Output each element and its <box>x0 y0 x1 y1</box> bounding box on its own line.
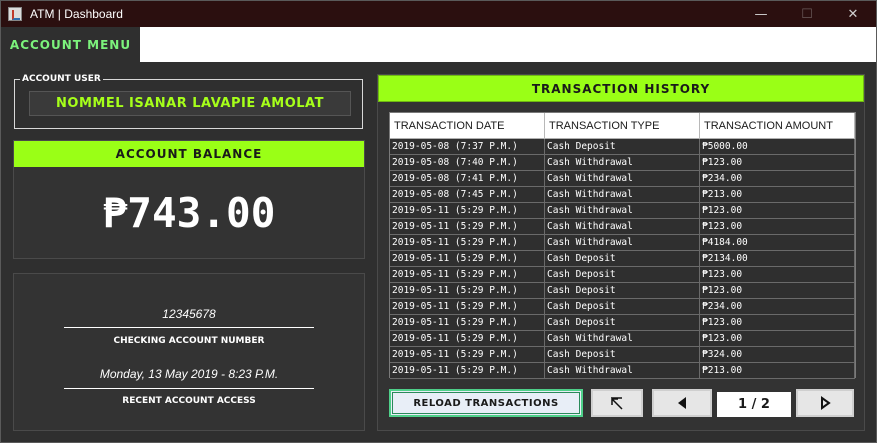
transaction-history-header: TRANSACTION HISTORY <box>378 75 864 102</box>
cell-amount: ₱2134.00 <box>700 251 855 266</box>
account-user-panel: ACCOUNT USER NOMMEL ISANAR LAVAPIE AMOLA… <box>14 74 363 129</box>
cell-type: Cash Deposit <box>545 315 700 330</box>
page-indicator: 1 / 2 <box>717 392 791 417</box>
cell-date: 2019-05-11 (5:29 P.M.) <box>390 235 545 250</box>
minimize-button[interactable]: — <box>738 1 784 27</box>
account-user-legend: ACCOUNT USER <box>20 74 103 85</box>
cell-type: Cash Deposit <box>545 139 700 154</box>
table-row[interactable]: 2019-05-11 (5:29 P.M.) Cash Withdrawal ₱12… <box>390 219 855 235</box>
cell-date: 2019-05-11 (5:29 P.M.) <box>390 347 545 362</box>
account-user-name: NOMMEL ISANAR LAVAPIE AMOLAT <box>29 91 351 116</box>
account-balance-amount: ₱743.00 <box>102 189 276 237</box>
first-page-icon <box>611 397 623 410</box>
table-row[interactable]: 2019-05-11 (5:29 P.M.) Cash Deposit ₱123.0… <box>390 315 855 331</box>
cell-date: 2019-05-08 (7:45 P.M.) <box>390 187 545 202</box>
column-header-type[interactable]: TRANSACTION TYPE <box>545 113 700 139</box>
table-row[interactable]: 2019-05-11 (5:29 P.M.) Cash Deposit ₱123.0… <box>390 267 855 283</box>
cell-type: Cash Deposit <box>545 251 700 266</box>
cell-amount: ₱123.00 <box>700 267 855 282</box>
menu-bar: ACCOUNT MENU <box>1 27 876 62</box>
cell-type: Cash Withdrawal <box>545 171 700 186</box>
transaction-table[interactable]: TRANSACTION DATE TRANSACTION TYPE TRANSA… <box>389 112 856 379</box>
table-row[interactable]: 2019-05-11 (5:29 P.M.) Cash Deposit ₱123.0… <box>390 283 855 299</box>
account-info-panel: 12345678 CHECKING ACCOUNT NUMBER Monday,… <box>13 273 365 431</box>
account-menu-tab[interactable]: ACCOUNT MENU <box>1 27 140 62</box>
prev-arrow-icon <box>678 397 686 409</box>
cell-date: 2019-05-08 (7:41 P.M.) <box>390 171 545 186</box>
table-header-row: TRANSACTION DATE TRANSACTION TYPE TRANSA… <box>390 113 855 139</box>
cell-amount: ₱123.00 <box>700 315 855 330</box>
cell-type: Cash Withdrawal <box>545 219 700 234</box>
next-arrow-icon <box>821 396 831 410</box>
table-row[interactable]: 2019-05-11 (5:29 P.M.) Cash Withdrawal ₱21… <box>390 363 855 379</box>
table-row[interactable]: 2019-05-11 (5:29 P.M.) Cash Withdrawal ₱41… <box>390 235 855 251</box>
cell-type: Cash Deposit <box>545 299 700 314</box>
reload-transactions-button[interactable]: RELOAD TRANSACTIONS <box>389 389 583 417</box>
cell-date: 2019-05-11 (5:29 P.M.) <box>390 251 545 266</box>
table-row[interactable]: 2019-05-08 (7:41 P.M.) Cash Withdrawal ₱23… <box>390 171 855 187</box>
next-page-button[interactable] <box>796 389 854 417</box>
cell-amount: ₱123.00 <box>700 155 855 170</box>
column-header-date[interactable]: TRANSACTION DATE <box>390 113 545 139</box>
table-body: 2019-05-08 (7:37 P.M.) Cash Deposit ₱5000.… <box>390 139 855 379</box>
cell-date: 2019-05-11 (5:29 P.M.) <box>390 299 545 314</box>
cell-type: Cash Withdrawal <box>545 331 700 346</box>
cell-date: 2019-05-08 (7:37 P.M.) <box>390 139 545 154</box>
cell-type: Cash Withdrawal <box>545 363 700 378</box>
maximize-button[interactable]: ☐ <box>784 1 830 27</box>
java-app-icon <box>8 7 22 21</box>
cell-amount: ₱123.00 <box>700 283 855 298</box>
table-row[interactable]: 2019-05-08 (7:37 P.M.) Cash Deposit ₱5000.… <box>390 139 855 155</box>
first-page-button[interactable] <box>591 389 643 417</box>
table-row[interactable]: 2019-05-11 (5:29 P.M.) Cash Deposit ₱324.0… <box>390 347 855 363</box>
window-title: ATM | Dashboard <box>30 7 123 21</box>
cell-date: 2019-05-08 (7:40 P.M.) <box>390 155 545 170</box>
checking-account-number-label: CHECKING ACCOUNT NUMBER <box>113 336 265 346</box>
cell-amount: ₱234.00 <box>700 171 855 186</box>
cell-amount: ₱4184.00 <box>700 235 855 250</box>
cell-type: Cash Withdrawal <box>545 203 700 218</box>
table-row[interactable]: 2019-05-11 (5:29 P.M.) Cash Deposit ₱234.0… <box>390 299 855 315</box>
table-row[interactable]: 2019-05-11 (5:29 P.M.) Cash Deposit ₱2134.… <box>390 251 855 267</box>
recent-access-date: Monday, 13 May 2019 - 8:23 P.M. <box>99 367 279 381</box>
transaction-history-panel: TRANSACTION HISTORY TRANSACTION DATE TRA… <box>377 74 865 431</box>
cell-amount: ₱123.00 <box>700 331 855 346</box>
cell-amount: ₱213.00 <box>700 187 855 202</box>
cell-date: 2019-05-11 (5:29 P.M.) <box>390 203 545 218</box>
cell-date: 2019-05-11 (5:29 P.M.) <box>390 331 545 346</box>
checking-account-number: 12345678 <box>162 307 216 321</box>
divider <box>64 388 314 389</box>
window-controls: — ☐ ✕ <box>738 1 876 27</box>
cell-amount: ₱123.00 <box>700 219 855 234</box>
table-row[interactable]: 2019-05-11 (5:29 P.M.) Cash Withdrawal ₱12… <box>390 331 855 347</box>
cell-date: 2019-05-11 (5:29 P.M.) <box>390 315 545 330</box>
cell-amount: ₱324.00 <box>700 347 855 362</box>
cell-type: Cash Withdrawal <box>545 187 700 202</box>
cell-date: 2019-05-11 (5:29 P.M.) <box>390 219 545 234</box>
cell-amount: ₱123.00 <box>700 203 855 218</box>
cell-type: Cash Withdrawal <box>545 235 700 250</box>
cell-date: 2019-05-11 (5:29 P.M.) <box>390 267 545 282</box>
cell-type: Cash Withdrawal <box>545 155 700 170</box>
cell-type: Cash Deposit <box>545 347 700 362</box>
table-row[interactable]: 2019-05-11 (5:29 P.M.) Cash Withdrawal ₱12… <box>390 203 855 219</box>
cell-amount: ₱5000.00 <box>700 139 855 154</box>
cell-amount: ₱234.00 <box>700 299 855 314</box>
cell-amount: ₱213.00 <box>700 363 855 378</box>
table-row[interactable]: 2019-05-08 (7:45 P.M.) Cash Withdrawal ₱21… <box>390 187 855 203</box>
recent-access-label: RECENT ACCOUNT ACCESS <box>122 396 256 406</box>
account-balance-header: ACCOUNT BALANCE <box>14 141 364 167</box>
title-bar: ATM | Dashboard — ☐ ✕ <box>1 1 876 27</box>
cell-type: Cash Deposit <box>545 283 700 298</box>
close-button[interactable]: ✕ <box>830 1 876 27</box>
column-header-amount[interactable]: TRANSACTION AMOUNT <box>700 113 855 139</box>
previous-page-button[interactable] <box>652 389 712 417</box>
account-balance-panel: ACCOUNT BALANCE ₱743.00 <box>13 140 365 259</box>
cell-type: Cash Deposit <box>545 267 700 282</box>
table-row[interactable]: 2019-05-08 (7:40 P.M.) Cash Withdrawal ₱12… <box>390 155 855 171</box>
atm-window: ATM | Dashboard — ☐ ✕ ACCOUNT MENU ACCOU… <box>0 0 877 443</box>
divider <box>64 327 314 328</box>
cell-date: 2019-05-11 (5:29 P.M.) <box>390 283 545 298</box>
cell-date: 2019-05-11 (5:29 P.M.) <box>390 363 545 378</box>
